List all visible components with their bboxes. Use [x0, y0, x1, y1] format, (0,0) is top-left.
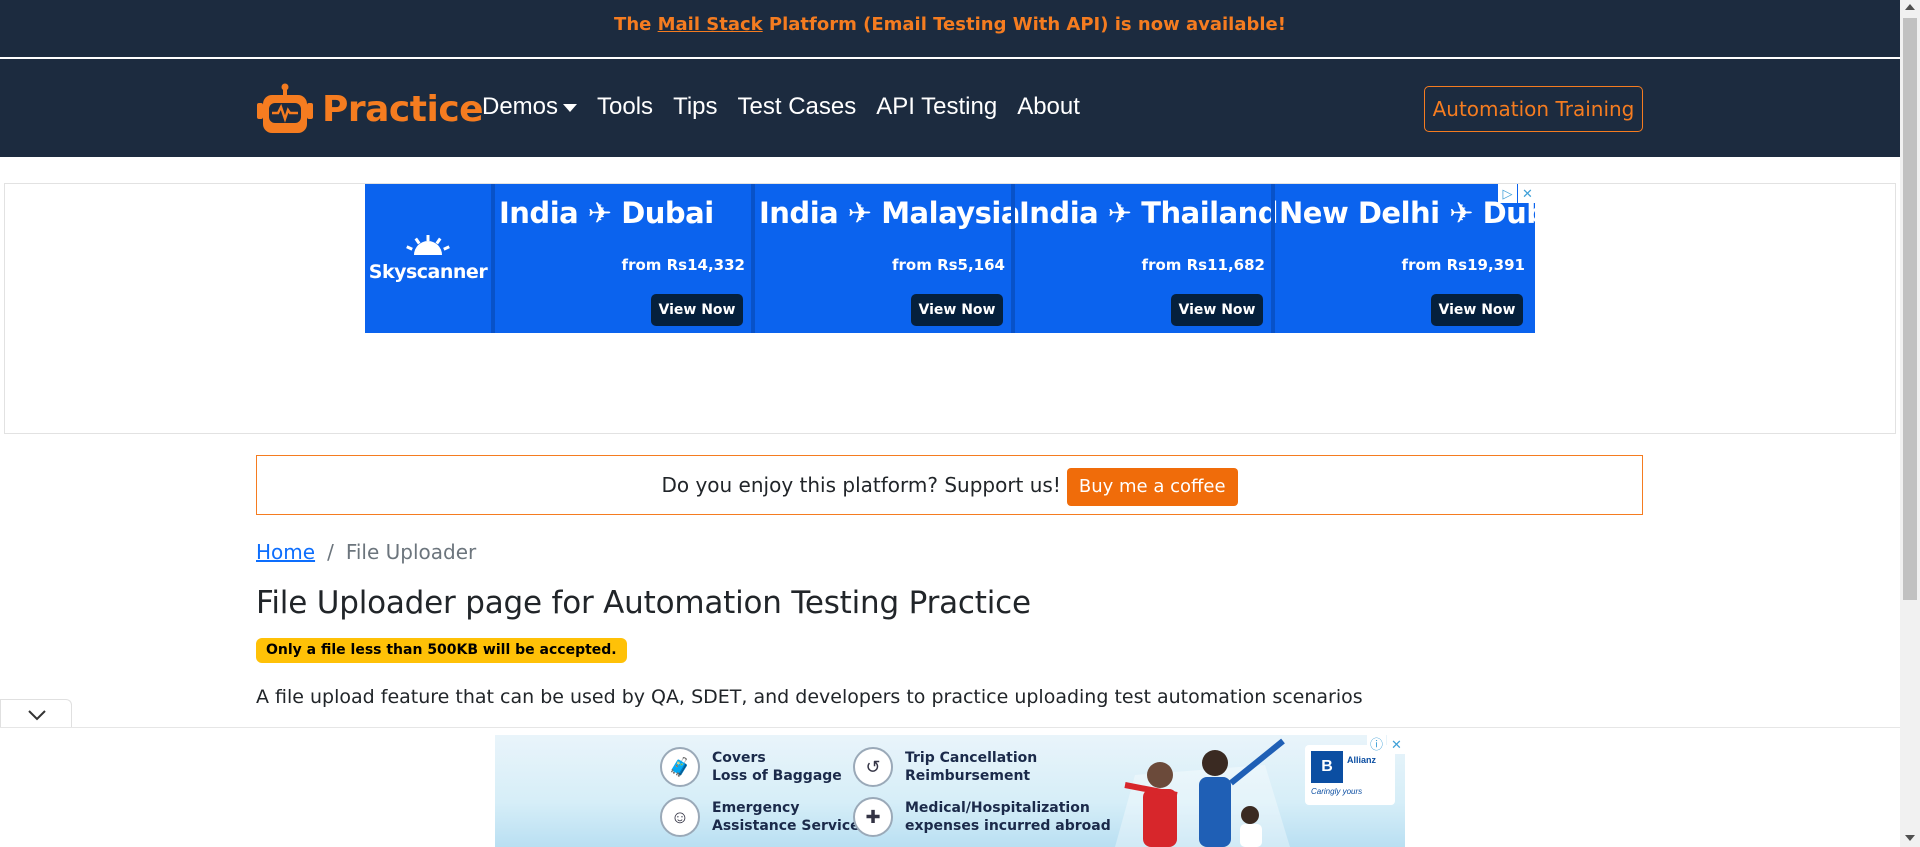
page-scrollbar[interactable]	[1900, 0, 1920, 847]
announcement-text: The Mail Stack Platform (Email Testing W…	[0, 0, 1900, 50]
mail-stack-link[interactable]: Mail Stack	[658, 14, 763, 35]
breadcrumb-home[interactable]: Home	[256, 540, 315, 564]
nav-demos[interactable]: Demos	[482, 93, 578, 121]
view-now-button[interactable]: View Now	[651, 294, 743, 326]
breadcrumb-separator: /	[327, 540, 334, 564]
deal-route: India ✈ Malaysia	[759, 196, 1020, 230]
support-text: Do you enjoy this platform? Support us!	[661, 473, 1061, 497]
page-description: A file upload feature that can be used b…	[256, 686, 1363, 708]
luggage-icon: 🧳	[660, 747, 700, 787]
main-nav: Demos Tools Tips Test Cases API Testing …	[482, 93, 1100, 121]
brand-name: Practice	[322, 88, 484, 130]
ad-feature: ↺ Trip Cancellation Reimbursement	[853, 747, 1037, 787]
close-ad-icon[interactable]: ✕	[1387, 735, 1406, 754]
deal-card[interactable]: New Delhi ✈ Dubai from Rs19,391 View Now	[1271, 184, 1576, 333]
ad-choices-icon[interactable]: ▷	[1498, 184, 1517, 203]
support-agent-icon: ☺	[660, 797, 700, 837]
bottom-ad-controls: ⓘ ✕	[1366, 735, 1406, 754]
view-now-button[interactable]: View Now	[911, 294, 1003, 326]
view-now-button[interactable]: View Now	[1171, 294, 1263, 326]
ad-feature: 🧳 Covers Loss of Baggage	[660, 747, 842, 787]
caret-down-icon	[563, 104, 578, 112]
ad-feature: ✚ Medical/Hospitalization expenses incurr…	[853, 797, 1111, 837]
skyscanner-ad[interactable]: Skyscanner India ✈ Dubai from Rs14,332 V…	[365, 184, 1576, 333]
nav-demos-label: Demos	[482, 93, 559, 120]
deal-price: from Rs19,391	[1401, 256, 1525, 274]
buy-coffee-button[interactable]: Buy me a coffee	[1066, 467, 1238, 506]
nav-test-cases[interactable]: Test Cases	[738, 93, 857, 121]
brand-tagline: Caringly yours	[1311, 787, 1363, 796]
skyscanner-logo: Skyscanner	[365, 184, 491, 333]
breadcrumb-current: File Uploader	[345, 540, 477, 564]
ad-feature-label: Emergency Assistance Services	[712, 800, 868, 834]
scroll-up-arrow-icon[interactable]	[1905, 4, 1915, 10]
ad-feature-label: Trip Cancellation Reimbursement	[905, 750, 1038, 784]
partner-name: Allianz	[1347, 755, 1377, 765]
deal-card[interactable]: India ✈ Malaysia from Rs5,164 View Now	[751, 184, 1020, 333]
deal-price: from Rs11,682	[1141, 256, 1265, 274]
deal-card[interactable]: India ✈ Thailand from Rs11,682 View Now	[1011, 184, 1279, 333]
scroll-thumb[interactable]	[1903, 18, 1917, 600]
nav-tips[interactable]: Tips	[673, 93, 717, 121]
sunrise-icon	[406, 234, 450, 255]
skyscanner-name: Skyscanner	[368, 260, 488, 283]
ad-info-icon[interactable]: ⓘ	[1367, 735, 1386, 754]
ad-feature-label: Covers Loss of Baggage	[712, 750, 842, 784]
announcement-suffix: Platform (Email Testing With API) is now…	[762, 14, 1286, 35]
ad-feature-label: Medical/Hospitalization expenses incurred…	[905, 800, 1111, 834]
nav-about[interactable]: About	[1017, 93, 1080, 121]
robot-logo-icon	[257, 83, 313, 133]
bajaj-mark: B	[1311, 751, 1343, 783]
support-box: Do you enjoy this platform? Support us! …	[256, 455, 1643, 515]
close-ad-icon[interactable]: ✕	[1518, 184, 1537, 203]
navbar: Practice Demos Tools Tips Test Cases API…	[0, 59, 1900, 157]
page-title: File Uploader page for Automation Testin…	[256, 585, 1031, 621]
announcement-bar: The Mail Stack Platform (Email Testing W…	[0, 0, 1900, 59]
hospital-icon: ✚	[853, 797, 893, 837]
deal-route: India ✈ Dubai	[499, 196, 714, 230]
announcement-prefix: The	[614, 14, 658, 35]
ad-controls: ▷ ✕	[1497, 184, 1537, 203]
refund-icon: ↺	[853, 747, 893, 787]
deal-price: from Rs14,332	[621, 256, 745, 274]
collapse-ad-button[interactable]	[0, 699, 72, 727]
brand[interactable]: Practice	[256, 81, 484, 137]
deal-card[interactable]: India ✈ Dubai from Rs14,332 View Now	[491, 184, 751, 333]
deal-route: India ✈ Thailand	[1019, 196, 1279, 230]
size-limit-badge: Only a file less than 500KB will be acce…	[256, 638, 627, 663]
family-illustration	[1115, 738, 1290, 847]
nav-tools[interactable]: Tools	[597, 93, 653, 121]
bajaj-allianz-logo: B Allianz Caringly yours	[1305, 745, 1395, 805]
breadcrumb: Home / File Uploader	[256, 540, 476, 564]
chevron-down-icon	[28, 710, 46, 721]
deal-price: from Rs5,164	[891, 256, 1005, 274]
nav-api-testing[interactable]: API Testing	[876, 93, 997, 121]
automation-training-button[interactable]: Automation Training	[1424, 86, 1643, 132]
scroll-down-arrow-icon[interactable]	[1905, 835, 1915, 841]
insurance-ad[interactable]: 🧳 Covers Loss of Baggage ↺ Trip Cancellat…	[495, 735, 1405, 847]
view-now-button[interactable]: View Now	[1431, 294, 1523, 326]
ad-feature: ☺ Emergency Assistance Services	[660, 797, 868, 837]
